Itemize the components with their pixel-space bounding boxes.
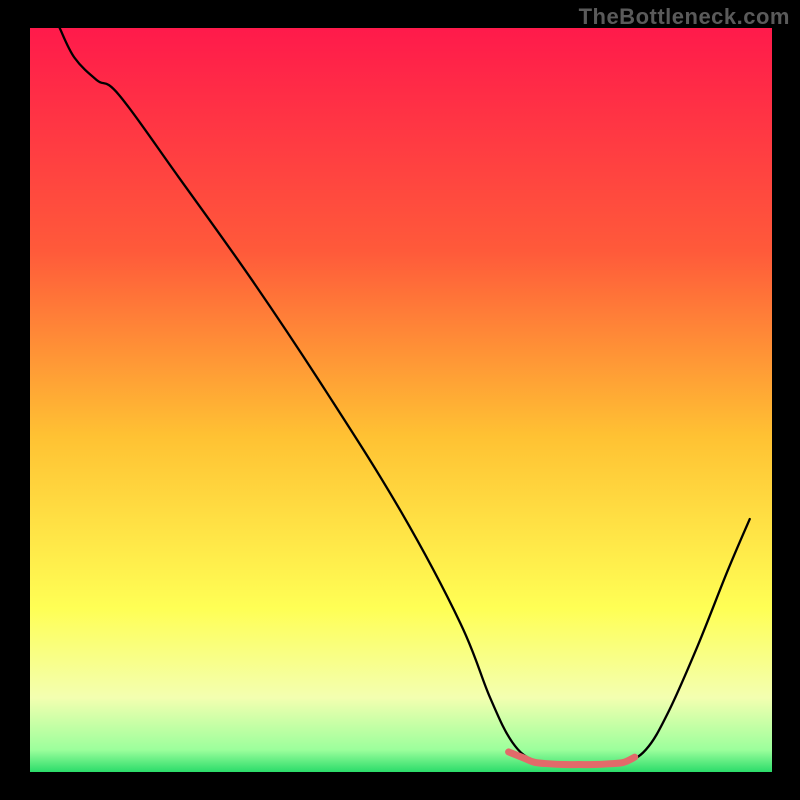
bottleneck-chart: [0, 0, 800, 800]
chart-frame: TheBottleneck.com: [0, 0, 800, 800]
plot-background: [30, 28, 772, 772]
watermark-text: TheBottleneck.com: [579, 4, 790, 30]
